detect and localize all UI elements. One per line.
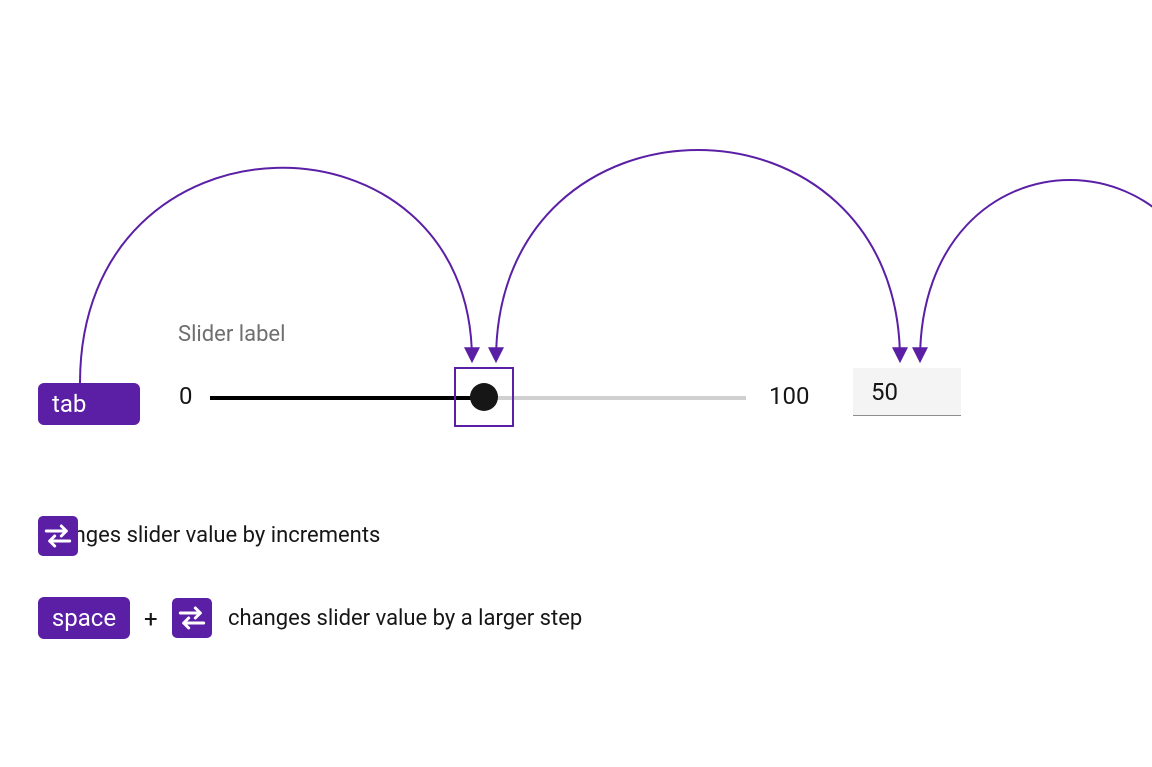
- slider-value-input[interactable]: 50: [853, 368, 961, 416]
- arrow-keys-key-2: [172, 598, 212, 638]
- diagram-stage: tab Slider label 0 100 50 changes slider…: [0, 0, 1152, 767]
- legend-text-2: changes slider value by a larger step: [228, 606, 582, 631]
- plus-symbol: +: [144, 605, 158, 633]
- slider-track-filled: [210, 396, 478, 400]
- slider-min-label: 0: [179, 382, 193, 410]
- swap-arrows-icon: [38, 516, 78, 556]
- slider-max-label: 100: [769, 382, 809, 410]
- slider-track-empty: [478, 396, 746, 400]
- space-key: space: [38, 597, 130, 639]
- legend-row-arrows: changes slider value by increments: [38, 523, 380, 548]
- arrow-keys-key: [38, 516, 78, 556]
- slider-value-text: 50: [871, 378, 898, 406]
- tab-key: tab: [38, 383, 140, 425]
- tab-key-label: tab: [52, 390, 86, 418]
- space-key-label: space: [52, 604, 116, 632]
- legend-text-1: changes slider value by increments: [38, 523, 380, 548]
- swap-arrows-icon: [172, 598, 212, 638]
- legend-row-space-arrows: changes slider value by a larger step: [172, 598, 582, 638]
- slider-label: Slider label: [178, 322, 285, 347]
- focus-order-arcs: [0, 0, 1152, 767]
- slider-handle[interactable]: [470, 383, 498, 411]
